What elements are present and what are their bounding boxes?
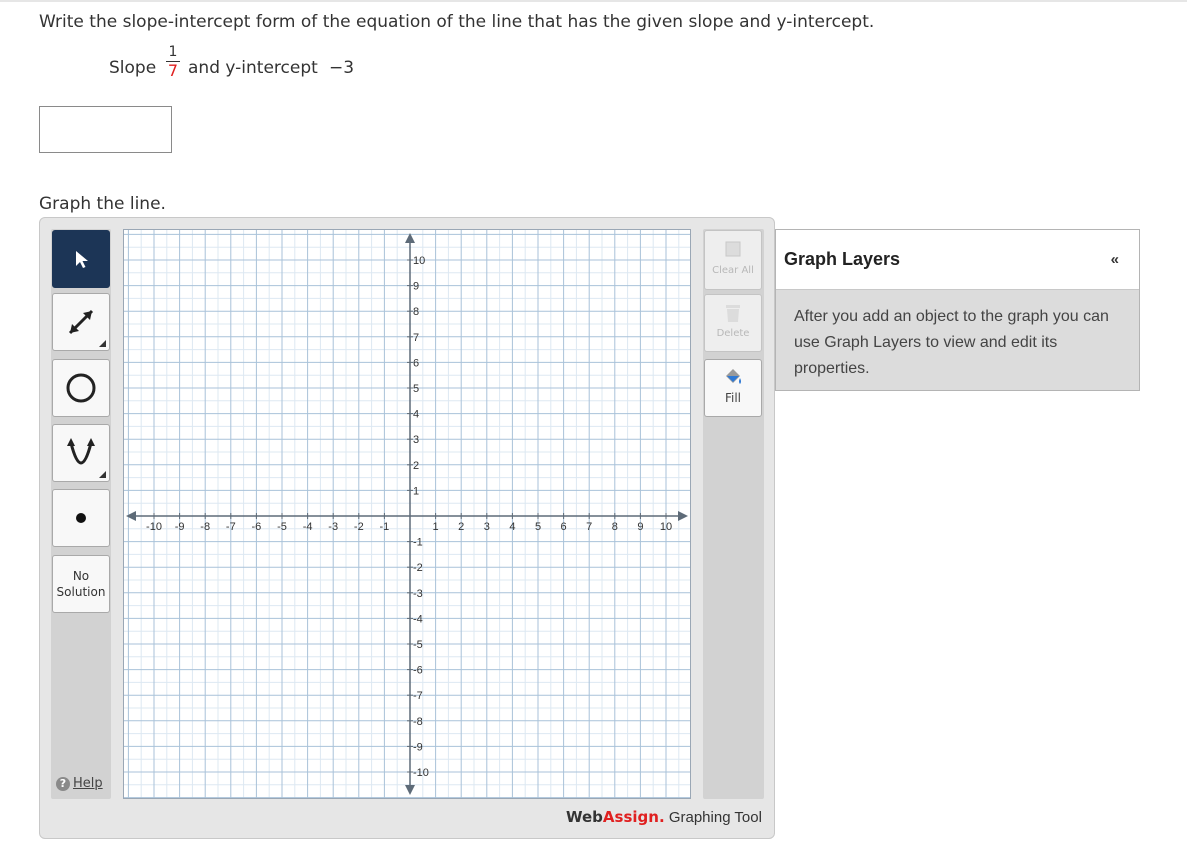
x-tick-label: -9 [175,521,185,533]
pointer-arrow-icon [76,251,88,268]
clear-all-label: Clear All [712,265,754,276]
slope-label: Slope [109,58,157,78]
graph-layers-title: Graph Layers [784,249,901,269]
answer-input[interactable] [39,106,172,153]
y-tick-label: 1 [413,485,419,497]
parabola-tool-icon [67,438,95,465]
x-tick-label: 6 [561,521,567,533]
clear-all-button[interactable]: Clear All [704,230,762,290]
y-tick-label: 7 [413,332,419,344]
y-tick-label: -3 [413,588,423,600]
graph-canvas[interactable]: -10 -9 -8 -7 -6 -5 -4 -3 -2 -1 1 2 3 4 5 6 7 8 9 10 10 9 8 7 6 5 4… [123,229,691,799]
slope-fraction: 1 7 [165,44,181,80]
more-options-indicator [99,471,106,478]
clear-all-icon [725,241,741,257]
slope-numerator: 1 [168,44,178,60]
no-solution-button[interactable]: No Solution [52,555,110,613]
help-label: Help [73,776,103,791]
pointer-tool-button[interactable] [52,230,110,288]
y-tick-label: -2 [413,562,423,574]
no-solution-label-line2: Solution [56,585,106,599]
y-axis-arrow-down [405,785,415,795]
x-tick-label: 5 [535,521,541,533]
top-divider [0,0,1187,2]
brand-product: Graphing Tool [664,809,762,826]
point-tool-button[interactable] [52,489,110,547]
trash-icon [726,305,740,322]
parabola-tool-button[interactable] [52,424,110,482]
x-axis-arrow-right [678,511,688,521]
x-tick-label: -10 [146,521,162,533]
graph-layers-panel: Graph Layers « After you add an object t… [775,229,1140,391]
graph-layers-header: Graph Layers « [776,230,1139,290]
x-tick-label: -4 [303,521,313,533]
line-tool-button[interactable] [52,293,110,351]
y-tick-label: -8 [413,716,423,728]
y-tick-label: 10 [413,255,425,267]
x-tick-label: 8 [612,521,618,533]
no-solution-label-line1: No [72,569,90,583]
help-link[interactable]: ? Help [56,776,103,791]
x-tick-label: 2 [458,521,464,533]
x-tick-label: 10 [660,521,672,533]
x-tick-label: -6 [252,521,262,533]
point-tool-icon [76,513,86,523]
circle-tool-button[interactable] [52,359,110,417]
intercept-label: and y-intercept [188,58,318,78]
brand-assign: Assign. [602,808,665,826]
y-tick-label: 4 [413,409,419,421]
x-tick-label: 9 [637,521,643,533]
collapse-icon[interactable]: « [1111,251,1119,268]
x-tick-label: 7 [586,521,592,533]
y-tick-label: -6 [413,665,423,677]
circle-tool-icon [66,373,96,403]
y-tick-label: 5 [413,383,419,395]
x-axis-arrow-left [126,511,136,521]
y-tick-label: 6 [413,357,419,369]
y-tick-label: 9 [413,281,419,293]
y-tick-label: -5 [413,639,423,651]
slope-denominator: 7 [167,61,179,80]
fill-button[interactable]: Fill [704,359,762,417]
x-tick-label: 4 [509,521,515,533]
paint-bucket-icon [726,369,741,384]
webassign-branding: WebAssign. Graphing Tool [566,808,762,826]
x-tick-label: 1 [433,521,439,533]
x-tick-label: -5 [277,521,287,533]
more-options-indicator [99,340,106,347]
brand-web: Web [566,808,603,826]
x-tick-label: -8 [200,521,210,533]
fill-label: Fill [724,391,742,405]
y-tick-label: 8 [413,306,419,318]
y-tick-label: -1 [413,537,423,549]
y-tick-label: 3 [413,434,419,446]
y-tick-label: -7 [413,690,423,702]
y-tick-label: -9 [413,741,423,753]
help-icon: ? [56,776,70,791]
x-tick-label: 3 [484,521,490,533]
delete-button[interactable]: Delete [704,294,762,352]
x-tick-label: -3 [328,521,338,533]
y-tick-label: 2 [413,460,419,472]
intercept-value: −3 [329,58,355,78]
x-tick-label: -2 [354,521,364,533]
y-tick-label: -10 [413,767,429,779]
x-tick-label: -1 [380,521,390,533]
graph-layers-help-text: After you add an object to the graph you… [794,308,1109,377]
line-tool-icon [68,309,94,335]
coordinate-plane[interactable]: -10 -9 -8 -7 -6 -5 -4 -3 -2 -1 1 2 3 4 5 6 7 8 9 10 10 9 8 7 6 5 4… [124,230,690,798]
graph-prompt: Graph the line. [39,194,166,214]
question-prompt: Write the slope-intercept form of the eq… [39,12,875,32]
y-tick-label: -4 [413,613,423,625]
delete-label: Delete [716,328,750,339]
x-tick-label: -7 [226,521,236,533]
